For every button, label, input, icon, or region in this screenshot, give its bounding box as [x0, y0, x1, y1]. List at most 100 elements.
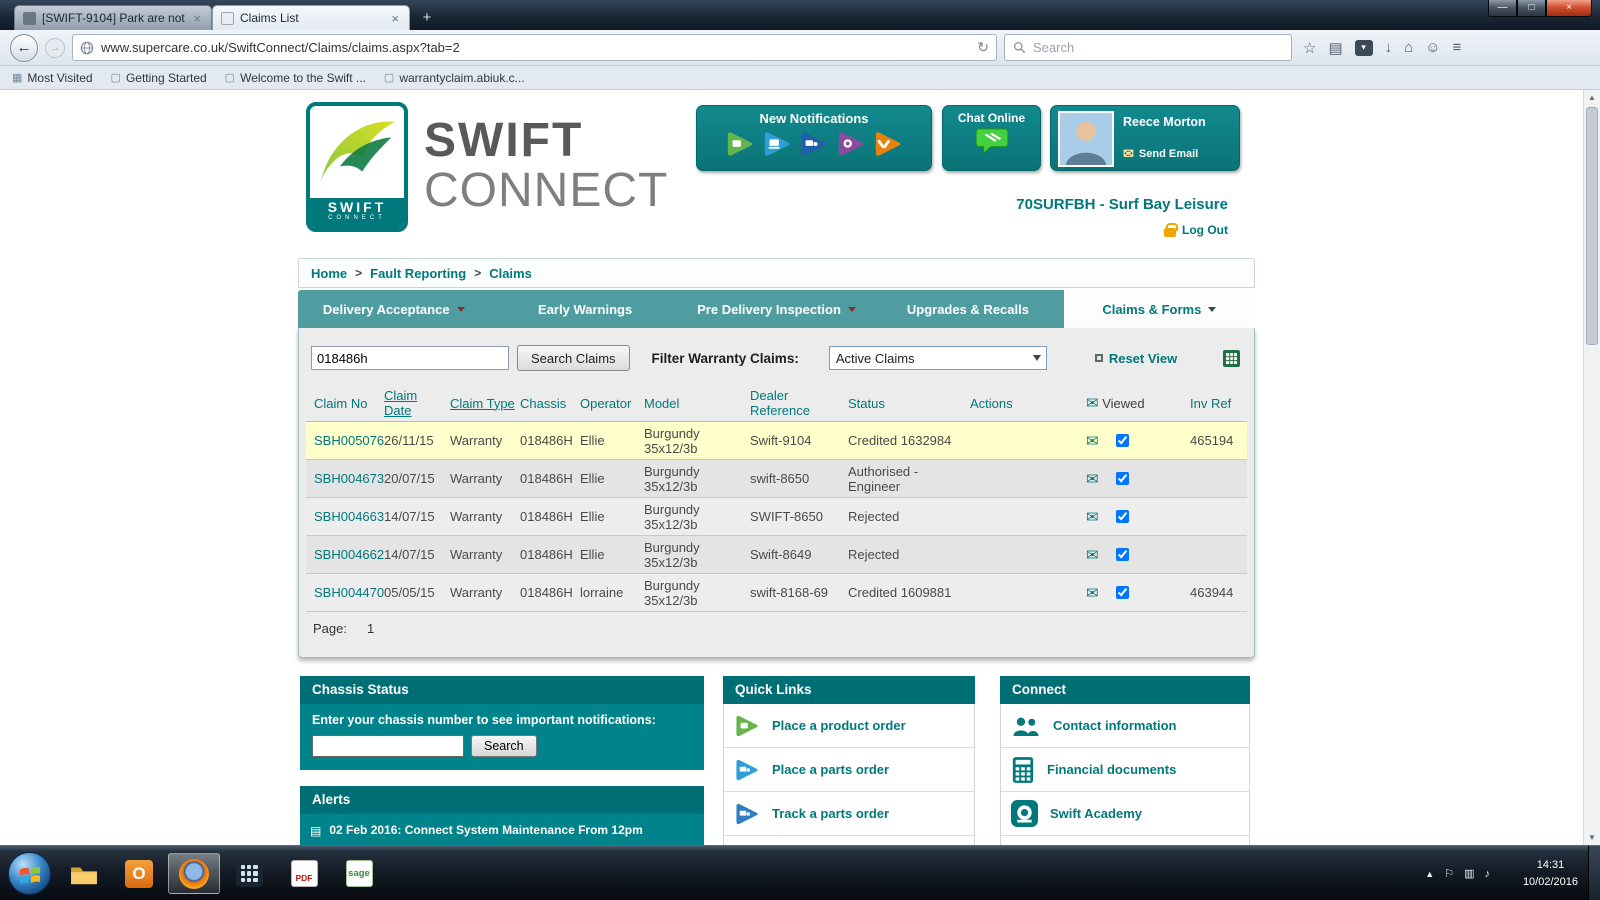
pocket-icon[interactable]: ▾	[1355, 40, 1373, 56]
bookmarks-panel-icon[interactable]: ▤	[1328, 39, 1342, 57]
close-button[interactable]: ×	[1546, 0, 1592, 17]
reset-view-link[interactable]: Reset View	[1095, 351, 1177, 366]
viewed-checkbox[interactable]	[1116, 548, 1129, 561]
url-bar[interactable]: www.supercare.co.uk/SwiftConnect/Claims/…	[72, 34, 997, 61]
claim-no-link[interactable]: SBH005076	[306, 422, 382, 460]
quick-link-parts-order[interactable]: Place a parts order	[724, 748, 974, 792]
cell-chassis: 018486H	[518, 536, 578, 574]
tab-close-icon[interactable]: ×	[389, 11, 401, 26]
viewed-checkbox[interactable]	[1116, 472, 1129, 485]
filter-dropdown[interactable]: Active Claims	[829, 346, 1047, 370]
page-scrollbar[interactable]: ▲ ▼	[1583, 90, 1600, 845]
tray-network-icon[interactable]: ▥	[1464, 867, 1474, 880]
new-tab-button[interactable]: +	[413, 8, 441, 28]
explorer-taskbar-button[interactable]	[58, 853, 110, 894]
viewed-checkbox[interactable]	[1116, 434, 1129, 447]
minimize-button[interactable]: —	[1488, 0, 1517, 17]
connect-financial-documents[interactable]: Financial documents	[1001, 748, 1249, 792]
email-claim-icon[interactable]: ✉	[1086, 470, 1099, 488]
search-claims-button[interactable]: Search Claims	[517, 345, 630, 371]
tab-delivery-acceptance[interactable]: Delivery Acceptance	[298, 290, 489, 328]
connect-contact-information[interactable]: Contact information	[1001, 704, 1249, 748]
breadcrumb-claims[interactable]: Claims	[489, 266, 532, 281]
taskbar-clock[interactable]: 14:31 10/02/2016	[1523, 846, 1578, 900]
tab-favicon	[221, 12, 234, 25]
delivery-notification-icon[interactable]	[799, 129, 829, 159]
breadcrumb-fault-reporting[interactable]: Fault Reporting	[370, 266, 466, 281]
tray-volume-icon[interactable]: ♪	[1485, 868, 1491, 880]
cell-claim-date: 20/07/15	[382, 460, 448, 498]
browser-tab-1[interactable]: [SWIFT-9104] Park are not ... ×	[14, 5, 212, 30]
page-number[interactable]: 1	[367, 621, 374, 636]
email-claim-icon[interactable]: ✉	[1086, 508, 1099, 526]
menu-icon[interactable]: ≡	[1453, 39, 1462, 56]
browser-tab-2[interactable]: Claims List ×	[212, 5, 410, 30]
account-icon[interactable]: ☺	[1425, 39, 1440, 56]
home-icon[interactable]: ⌂	[1404, 39, 1413, 56]
email-claim-icon[interactable]: ✉	[1086, 432, 1099, 450]
settings-notification-icon[interactable]	[836, 129, 866, 159]
chassis-status-panel: Chassis Status Enter your chassis number…	[300, 676, 704, 770]
cell-operator: Ellie	[578, 498, 642, 536]
chat-bubble-icon	[943, 127, 1040, 155]
filter-label: Filter Warranty Claims:	[652, 351, 799, 366]
bookmark-item[interactable]: ▦Most Visited	[12, 71, 93, 85]
downloads-icon[interactable]: ↓	[1385, 39, 1393, 56]
sage-taskbar-button[interactable]: sage	[333, 853, 385, 894]
tab-early-warnings[interactable]: Early Warnings	[489, 290, 680, 328]
viewed-checkbox[interactable]	[1116, 510, 1129, 523]
chassis-search-button[interactable]: Search	[471, 735, 537, 757]
quick-link-track-order[interactable]: Track a parts order	[724, 792, 974, 836]
clock-date: 10/02/2016	[1523, 874, 1578, 891]
start-button[interactable]	[8, 852, 51, 895]
bookmark-item[interactable]: ▢warrantyclaim.abiuk.c...	[384, 71, 525, 85]
tab-upgrades-recalls[interactable]: Upgrades & Recalls	[872, 290, 1063, 328]
alert-item[interactable]: 02 Feb 2016: Connect System Maintenance …	[329, 823, 642, 837]
bookmark-item[interactable]: ▢Welcome to the Swift ...	[225, 71, 366, 85]
claim-no-link[interactable]: SBH004470	[306, 574, 382, 612]
header-claim-date[interactable]: Claim Date	[382, 385, 448, 422]
header-claim-type[interactable]: Claim Type	[448, 385, 518, 422]
maximize-button[interactable]: □	[1517, 0, 1546, 17]
logout-link[interactable]: Log Out	[1164, 223, 1228, 237]
tools-notification-icon[interactable]	[873, 129, 903, 159]
firefox-icon	[179, 859, 209, 889]
scroll-down-arrow[interactable]: ▼	[1584, 830, 1600, 845]
claim-no-link[interactable]: SBH004673	[306, 460, 382, 498]
export-excel-icon[interactable]	[1223, 350, 1240, 367]
back-button[interactable]: ←	[10, 34, 38, 62]
pdf-taskbar-button[interactable]: PDF	[278, 853, 330, 894]
tab-pre-delivery-inspection[interactable]: Pre Delivery Inspection	[681, 290, 872, 328]
send-email-link[interactable]: ✉ Send Email	[1123, 146, 1198, 162]
email-claim-icon[interactable]: ✉	[1086, 546, 1099, 564]
tray-expand-icon[interactable]: ▲	[1425, 869, 1434, 879]
claim-no-link[interactable]: SBH004662	[306, 536, 382, 574]
laptop-notification-icon[interactable]	[762, 129, 792, 159]
viewed-checkbox[interactable]	[1116, 586, 1129, 599]
tray-flag-icon[interactable]: ⚐	[1444, 867, 1454, 880]
claim-no-link[interactable]: SBH004663	[306, 498, 382, 536]
app-taskbar-button[interactable]	[223, 853, 275, 894]
show-desktop-button[interactable]	[1588, 846, 1600, 900]
product-order-notification-icon[interactable]	[725, 129, 755, 159]
bookmark-item[interactable]: ▢Getting Started	[111, 71, 207, 85]
browser-search-box[interactable]: Search	[1004, 34, 1292, 61]
connect-swift-academy[interactable]: Swift Academy	[1001, 792, 1249, 836]
chassis-number-input[interactable]	[312, 735, 464, 757]
scrollbar-thumb[interactable]	[1586, 107, 1598, 345]
tab-claims-forms[interactable]: Claims & Forms	[1064, 290, 1255, 328]
quick-link-product-order[interactable]: Place a product order	[724, 704, 974, 748]
cell-status: Credited 1632984	[846, 422, 968, 460]
bookmark-star-icon[interactable]: ☆	[1303, 39, 1316, 57]
email-claim-icon[interactable]: ✉	[1086, 584, 1099, 602]
forward-button[interactable]: →	[45, 38, 65, 58]
claims-search-input[interactable]	[311, 346, 509, 370]
chat-panel[interactable]: Chat Online	[942, 105, 1041, 171]
quick-link-label: Place a product order	[772, 718, 906, 733]
firefox-taskbar-button[interactable]	[168, 853, 220, 894]
reload-icon[interactable]: ↻	[977, 39, 989, 56]
scroll-up-arrow[interactable]: ▲	[1584, 90, 1600, 105]
outlook-taskbar-button[interactable]: O	[113, 853, 165, 894]
tab-close-icon[interactable]: ×	[191, 11, 203, 26]
breadcrumb-home[interactable]: Home	[311, 266, 347, 281]
